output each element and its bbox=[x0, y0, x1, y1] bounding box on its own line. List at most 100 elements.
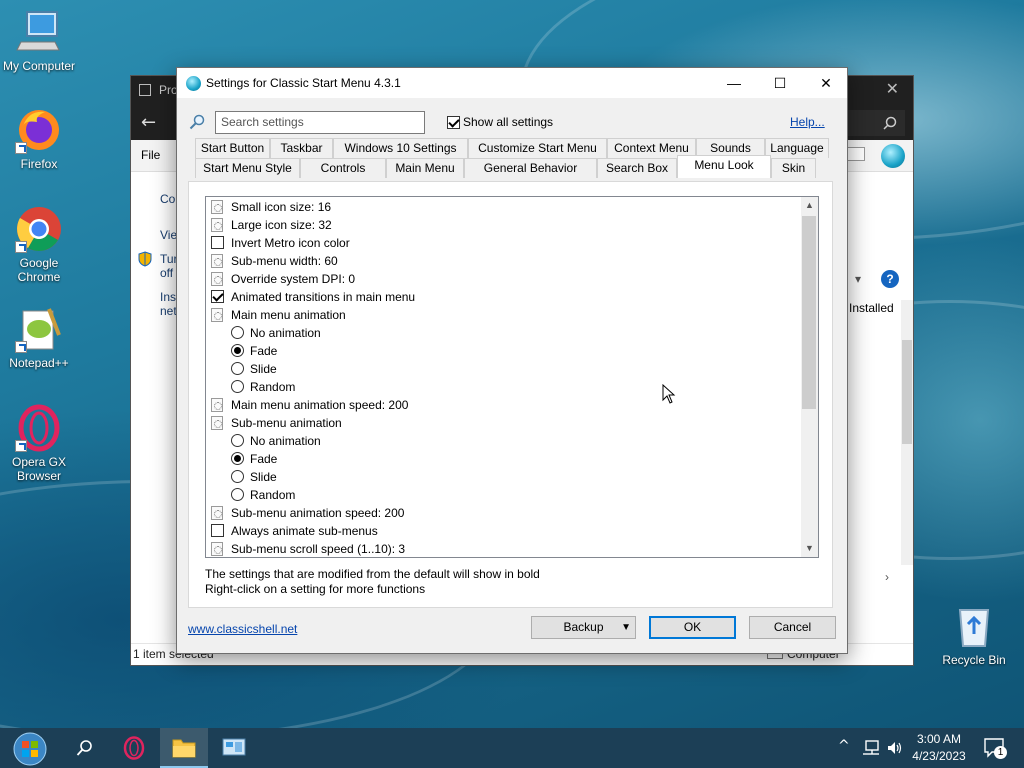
tab-start-button[interactable]: Start Button bbox=[195, 138, 270, 158]
clock-date[interactable]: 4/23/2023 bbox=[906, 749, 972, 763]
setting-label: Always animate sub-menus bbox=[231, 524, 378, 538]
setting-icon bbox=[211, 218, 223, 232]
setting-radio[interactable] bbox=[231, 344, 244, 357]
desktop-icon-label: My Computer bbox=[2, 59, 76, 73]
explorer-title: Pro bbox=[159, 83, 178, 97]
scroll-down-arrow-icon[interactable]: ▼ bbox=[801, 540, 818, 557]
show-all-settings-checkbox[interactable] bbox=[447, 116, 460, 129]
tab-taskbar[interactable]: Taskbar bbox=[270, 138, 333, 158]
explorer-details-list: ▾ ? Installed 3/19/20234/23/20233/19/202… bbox=[849, 270, 913, 584]
tab-customize-start-menu[interactable]: Customize Start Menu bbox=[468, 138, 607, 158]
setting-radio[interactable] bbox=[231, 488, 244, 501]
explorer-vscroll-thumb[interactable] bbox=[902, 340, 912, 444]
setting-label: Sub-menu scroll speed (1..10): 3 bbox=[231, 542, 406, 556]
tab-general-behavior[interactable]: General Behavior bbox=[464, 158, 597, 178]
ok-button[interactable]: OK bbox=[649, 616, 736, 639]
setting-icon bbox=[211, 506, 223, 520]
action-center-button[interactable]: 1 bbox=[984, 738, 1007, 759]
desktop-icon-chrome[interactable]: Google Chrome bbox=[1, 205, 77, 284]
minimize-button[interactable]: — bbox=[711, 68, 757, 98]
start-button[interactable] bbox=[6, 728, 54, 768]
desktop-icon-opera-gx[interactable]: Opera GX Browser bbox=[1, 404, 77, 483]
taskbar-control-panel[interactable] bbox=[210, 728, 258, 768]
tab-menu-look[interactable]: Menu Look bbox=[677, 155, 771, 178]
explorer-vscroll[interactable] bbox=[901, 300, 913, 565]
setting-radio[interactable] bbox=[231, 470, 244, 483]
back-arrow-icon[interactable]: ← bbox=[141, 112, 156, 133]
close-button[interactable]: ✕ bbox=[803, 68, 849, 98]
dropdown-arrow-icon: ▼ bbox=[621, 622, 631, 633]
desktop-icon-firefox[interactable]: Firefox bbox=[1, 106, 77, 171]
settings-tree: ▲ ▼ Small icon size: 16 Large icon size: … bbox=[205, 196, 819, 558]
dialog-title: Settings for Classic Start Menu 4.3.1 bbox=[206, 76, 401, 90]
settings-vscroll[interactable]: ▲ ▼ bbox=[801, 197, 818, 557]
tab-controls[interactable]: Controls bbox=[300, 158, 386, 178]
taskbar-file-explorer[interactable] bbox=[160, 728, 208, 768]
taskbar-opera-gx[interactable] bbox=[110, 728, 158, 768]
shortcut-arrow-icon bbox=[15, 142, 27, 154]
setting-radio[interactable] bbox=[231, 452, 244, 465]
setting-label: Main menu animation speed: 200 bbox=[231, 398, 409, 412]
explorer-app-icon bbox=[139, 84, 151, 96]
volume-icon[interactable] bbox=[886, 740, 904, 756]
classicshell-website-link[interactable]: www.classicshell.net bbox=[188, 622, 297, 636]
setting-icon bbox=[211, 542, 223, 556]
scroll-right-arrow-icon[interactable]: › bbox=[885, 570, 889, 584]
setting-radio[interactable] bbox=[231, 362, 244, 375]
setting-checkbox[interactable] bbox=[211, 236, 224, 249]
column-header-installed[interactable]: Installed bbox=[849, 301, 894, 315]
firefox-icon bbox=[15, 106, 63, 154]
desktop-icon-recycle-bin[interactable]: Recycle Bin bbox=[936, 602, 1012, 667]
left-fragment: Tur bbox=[160, 252, 178, 266]
search-settings-input[interactable]: Search settings bbox=[215, 111, 425, 134]
explorer-close-icon[interactable]: ✕ bbox=[886, 79, 899, 98]
network-icon[interactable] bbox=[862, 740, 880, 756]
taskbar: ^ 3:00 AM 4/23/2023 1 bbox=[0, 728, 1024, 768]
maximize-button[interactable]: ☐ bbox=[757, 68, 803, 98]
setting-radio[interactable] bbox=[231, 326, 244, 339]
search-icon bbox=[189, 114, 205, 130]
tab-main-menu[interactable]: Main Menu bbox=[386, 158, 464, 178]
tab-language[interactable]: Language bbox=[765, 138, 829, 158]
desktop-icon-label: Google Chrome bbox=[17, 256, 61, 284]
setting-label: Invert Metro icon color bbox=[231, 236, 350, 250]
left-fragment: off bbox=[160, 266, 174, 280]
setting-checkbox[interactable] bbox=[211, 524, 224, 537]
tab-windows-10-settings[interactable]: Windows 10 Settings bbox=[333, 138, 468, 158]
setting-label: Large icon size: 32 bbox=[231, 218, 332, 232]
computer-icon bbox=[15, 8, 63, 56]
chevron-up-icon[interactable]: ^ bbox=[838, 738, 850, 754]
explorer-left-pane: Co Vie Tur off Inst net bbox=[131, 172, 179, 642]
control-panel-icon bbox=[222, 738, 246, 756]
tab-search-box[interactable]: Search Box bbox=[597, 158, 677, 178]
help-icon[interactable]: ? bbox=[881, 270, 899, 288]
setting-label: Random bbox=[250, 380, 296, 394]
desktop-icon-notepadpp[interactable]: Notepad++ bbox=[1, 305, 77, 370]
scroll-up-arrow-icon[interactable]: ▲ bbox=[801, 197, 818, 214]
ribbon-view-icon[interactable] bbox=[847, 147, 865, 161]
cancel-button[interactable]: Cancel bbox=[749, 616, 836, 639]
shortcut-arrow-icon bbox=[15, 341, 27, 353]
setting-label: Sub-menu animation speed: 200 bbox=[231, 506, 405, 520]
desktop-icon-label: Firefox bbox=[20, 157, 58, 171]
help-link[interactable]: Help... bbox=[790, 115, 825, 129]
desktop-icon-my-computer[interactable]: My Computer bbox=[1, 8, 77, 73]
setting-radio[interactable] bbox=[231, 434, 244, 447]
setting-checkbox[interactable] bbox=[211, 290, 224, 303]
ribbon-file-tab[interactable]: File bbox=[141, 148, 160, 162]
shortcut-arrow-icon bbox=[15, 440, 27, 452]
tab-skin[interactable]: Skin bbox=[771, 158, 816, 178]
setting-icon bbox=[211, 200, 223, 214]
taskbar-search-button[interactable] bbox=[60, 728, 108, 768]
tab-start-menu-style[interactable]: Start Menu Style bbox=[195, 158, 300, 178]
setting-label: Sub-menu width: 60 bbox=[231, 254, 338, 268]
mouse-cursor-icon bbox=[662, 384, 676, 404]
settings-vscroll-thumb[interactable] bbox=[802, 216, 816, 409]
setting-label: Fade bbox=[250, 452, 278, 466]
clock-time[interactable]: 3:00 AM bbox=[906, 732, 972, 746]
classic-shell-icon[interactable] bbox=[881, 144, 905, 168]
backup-button[interactable]: Backup ▼ bbox=[531, 616, 636, 639]
setting-radio[interactable] bbox=[231, 380, 244, 393]
backup-button-label: Backup bbox=[563, 620, 604, 634]
modified-settings-note: The settings that are modified from the … bbox=[205, 567, 540, 581]
